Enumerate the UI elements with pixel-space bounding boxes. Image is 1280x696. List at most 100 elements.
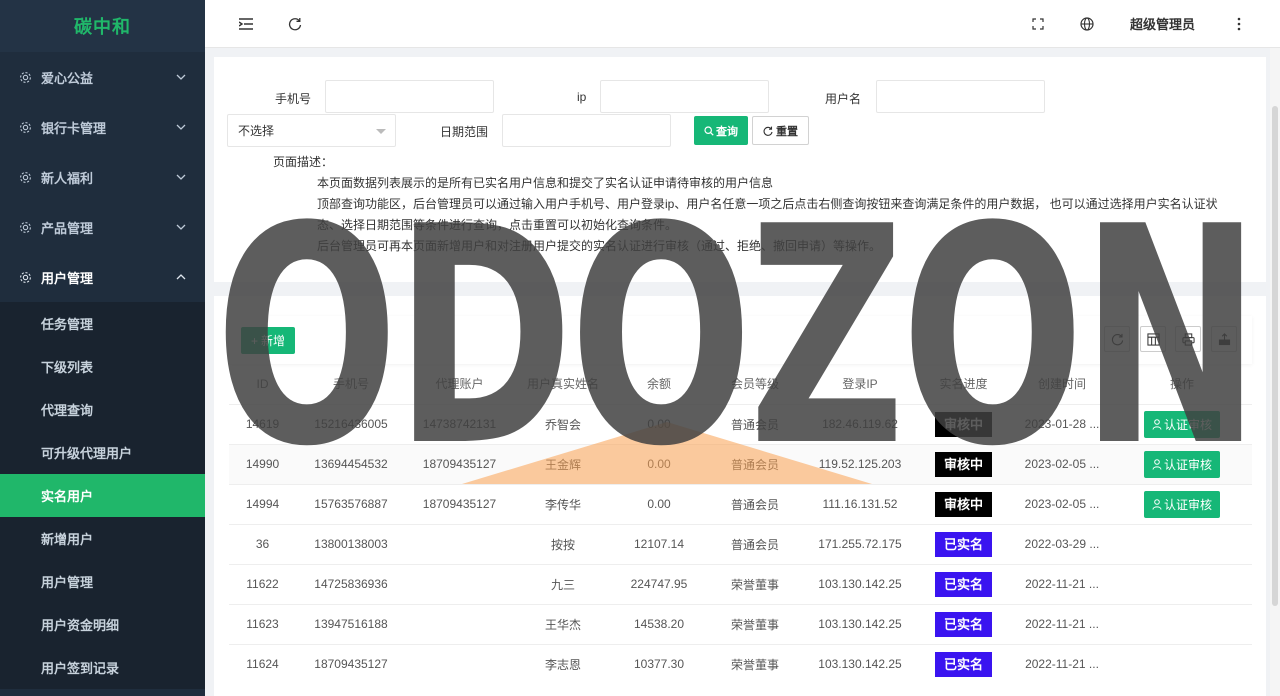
table-row[interactable]: 14994 15763576887 18709435127 李传华 0.00 普… [229, 483, 1252, 524]
admin-username[interactable]: 超级管理员 [1130, 14, 1195, 33]
table-panel: + 新增 ID 手机号 代理账户 用户真实姓名 余额 会员等级 登录IP 实名进… [214, 296, 1266, 696]
submenu-add-user[interactable]: 新增用户 [0, 517, 205, 560]
username-input[interactable] [876, 80, 1045, 113]
chevron-down-icon [176, 124, 186, 130]
cell-phone: 15763576887 [296, 483, 406, 524]
cell-ip: 103.130.142.25 [805, 643, 915, 684]
dropdown-arrow-icon [376, 129, 386, 134]
status-select[interactable]: 不选择 [227, 114, 396, 147]
add-user-button[interactable]: + 新增 [241, 327, 295, 354]
col-header-phone[interactable]: 手机号 [296, 364, 406, 404]
submenu-verified-users[interactable]: 实名用户 [0, 474, 205, 517]
menu-label: 用户管理 [41, 270, 94, 286]
col-header-agent[interactable]: 代理账户 [406, 364, 513, 404]
verify-review-button[interactable]: 认证审核 [1143, 410, 1220, 438]
filter-panel: 手机号 ip 用户名 不选择 日期范围 查询 重置 页面描述： 本页面数据列表展… [214, 57, 1266, 282]
description-line: 顶部查询功能区，后台管理员可以通过输入用户手机号、用户登录ip、用户名任意一项之… [317, 197, 1218, 211]
menu-products[interactable]: 产品管理 [0, 202, 205, 252]
globe-icon[interactable] [1077, 14, 1097, 34]
username-label: 用户名 [825, 92, 862, 106]
col-header-login-ip[interactable]: 登录IP [805, 364, 915, 404]
user-submenu: 任务管理 下级列表 代理查询 可升级代理用户 实名用户 新增用户 用户管理 用户… [0, 302, 205, 689]
ip-input[interactable] [600, 80, 769, 113]
menu-charity[interactable]: 爱心公益 [0, 52, 205, 102]
cell-balance: 14538.20 [613, 603, 705, 644]
cell-balance: 12107.14 [613, 523, 705, 564]
cell-agent [406, 523, 513, 564]
col-header-actions[interactable]: 操作 [1112, 364, 1252, 404]
submenu-checkin-records[interactable]: 用户签到记录 [0, 646, 205, 689]
phone-input[interactable] [325, 80, 494, 113]
cell-created: 2023-02-05 ... [1012, 443, 1112, 484]
verify-review-label: 认证审核 [1163, 457, 1212, 472]
table-row[interactable]: 11622 14725836936 九三 224747.95 荣誉董事 103.… [229, 563, 1252, 604]
description-line: 后台管理员可再本页面新增用户和对注册用户提交的实名认证进行审核（通过、拒绝、撤回… [317, 239, 882, 253]
user-icon [1152, 458, 1162, 470]
table-toolbar: + 新增 [229, 316, 1252, 364]
cell-name: 李传华 [513, 483, 613, 524]
reset-button[interactable]: 重置 [752, 116, 809, 145]
verify-review-button[interactable]: 认证审核 [1143, 450, 1220, 478]
submenu-agent-query[interactable]: 代理查询 [0, 388, 205, 431]
status-select-value: 不选择 [238, 124, 275, 138]
verify-review-label: 认证审核 [1163, 417, 1212, 432]
gear-icon [18, 170, 32, 184]
more-vertical-icon[interactable] [1229, 14, 1249, 34]
cell-agent [406, 643, 513, 684]
cell-phone: 13800138003 [296, 523, 406, 564]
cell-level: 荣誉董事 [705, 603, 805, 644]
topbar: 超级管理员 [205, 0, 1280, 48]
cell-ip: 111.16.131.52 [805, 483, 915, 524]
gear-icon [18, 120, 32, 134]
cell-level: 荣誉董事 [705, 643, 805, 684]
cell-balance: 10377.30 [613, 643, 705, 684]
table-row[interactable]: 36 13800138003 按按 12107.14 普通会员 171.255.… [229, 523, 1252, 564]
submenu-upgradable-agents[interactable]: 可升级代理用户 [0, 431, 205, 474]
refresh-icon[interactable] [1104, 326, 1130, 352]
submenu-task-management[interactable]: 任务管理 [0, 302, 205, 345]
cell-created: 2022-11-21 ... [1012, 603, 1112, 644]
status-badge: 已实名 [934, 531, 992, 557]
cell-agent [406, 563, 513, 604]
col-header-member-level[interactable]: 会员等级 [705, 364, 805, 404]
status-badge: 审核中 [934, 411, 992, 437]
table-row[interactable]: 11624 18709435127 李志恩 10377.30 荣誉董事 103.… [229, 643, 1252, 684]
cell-status: 已实名 [915, 523, 1012, 564]
submenu-user-management[interactable]: 用户管理 [0, 560, 205, 603]
scrollbar-thumb[interactable] [1272, 106, 1278, 606]
cell-actions: 认证审核 [1112, 483, 1252, 524]
cell-name: 李志恩 [513, 643, 613, 684]
query-button[interactable]: 查询 [694, 116, 748, 145]
export-icon[interactable] [1211, 326, 1237, 352]
verify-review-button[interactable]: 认证审核 [1143, 490, 1220, 518]
page-scrollbar[interactable] [1270, 48, 1280, 696]
cell-id: 11622 [229, 563, 296, 604]
table-row[interactable]: 11623 13947516188 王华杰 14538.20 荣誉董事 103.… [229, 603, 1252, 644]
chevron-down-icon [176, 174, 186, 180]
col-header-real-name[interactable]: 用户真实姓名 [513, 364, 613, 404]
col-header-balance[interactable]: 余额 [613, 364, 705, 404]
menu-label: 新人福利 [41, 170, 94, 186]
cell-id: 11623 [229, 603, 296, 644]
cell-ip: 171.255.72.175 [805, 523, 915, 564]
menu-newcomer[interactable]: 新人福利 [0, 152, 205, 202]
status-badge: 审核中 [934, 491, 992, 517]
cell-balance: 0.00 [613, 483, 705, 524]
print-icon[interactable] [1175, 326, 1201, 352]
col-header-id[interactable]: ID [229, 364, 296, 404]
menu-bank-card[interactable]: 银行卡管理 [0, 102, 205, 152]
columns-icon[interactable] [1140, 326, 1166, 352]
col-header-created-at[interactable]: 创建时间 [1012, 364, 1112, 404]
search-icon [704, 125, 714, 136]
submenu-subordinate-list[interactable]: 下级列表 [0, 345, 205, 388]
menu-users[interactable]: 用户管理 [0, 252, 205, 302]
fullscreen-icon[interactable] [1028, 14, 1048, 34]
refresh-icon[interactable] [285, 14, 305, 34]
cell-id: 36 [229, 523, 296, 564]
date-range-input[interactable] [502, 114, 671, 147]
cell-created: 2022-11-21 ... [1012, 643, 1112, 684]
phone-label: 手机号 [275, 92, 312, 106]
menu-collapse-icon[interactable] [236, 14, 256, 34]
submenu-fund-details[interactable]: 用户资金明细 [0, 603, 205, 646]
col-header-verify-progress[interactable]: 实名进度 [915, 364, 1012, 404]
